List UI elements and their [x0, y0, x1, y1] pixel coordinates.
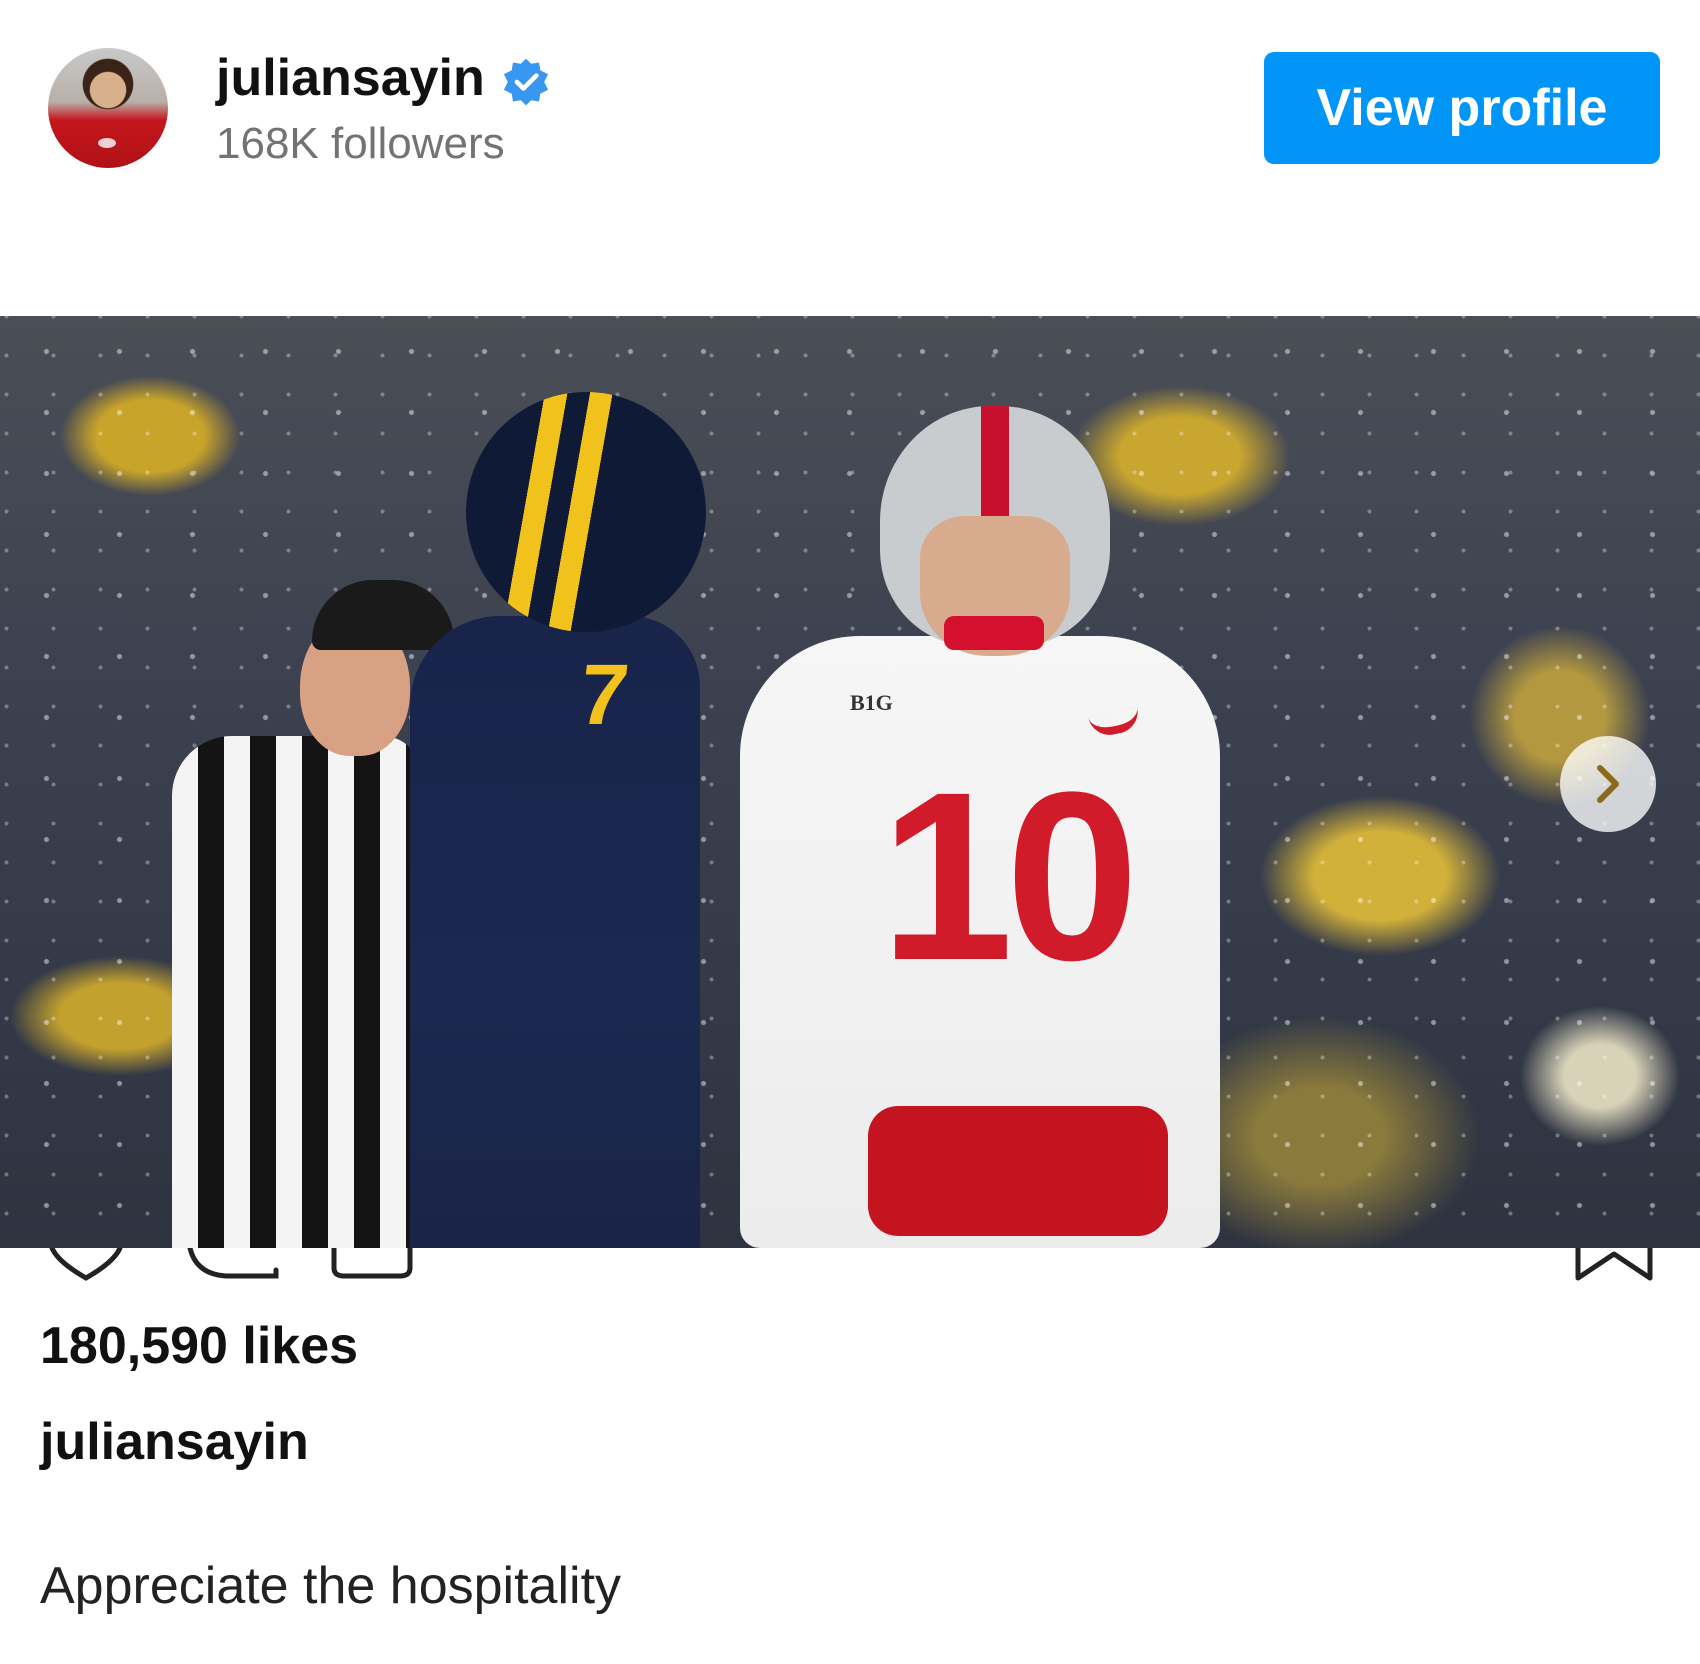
michigan-player [410, 616, 700, 1248]
view-profile-button[interactable]: View profile [1264, 52, 1660, 164]
post-actions [0, 1248, 1700, 1282]
profile-avatar[interactable] [48, 48, 168, 168]
carousel-next-button[interactable] [1560, 736, 1656, 832]
verified-badge-icon [503, 58, 549, 106]
comment-icon[interactable] [186, 1248, 282, 1282]
michigan-helmet [466, 392, 706, 632]
post-image[interactable]: 7 B1G 10 [0, 316, 1700, 1248]
avatar-shirt-logo [98, 138, 116, 148]
post-header: juliansayin 168K followers View profile [0, 0, 1700, 220]
profile-username[interactable]: juliansayin [216, 48, 485, 108]
ohio-state-jersey-number: 10 [880, 742, 1139, 1010]
caption-username[interactable]: juliansayin [40, 1412, 309, 1472]
bookmark-icon[interactable] [1574, 1248, 1654, 1282]
caption-text: Appreciate the hospitality [40, 1557, 622, 1615]
follower-count: 168K followers [216, 119, 505, 168]
chevron-right-icon [1597, 765, 1619, 803]
like-count[interactable]: 180,590 likes [40, 1316, 358, 1376]
heart-icon[interactable] [48, 1248, 124, 1282]
conference-logo: B1G [850, 690, 893, 715]
ohio-state-mouthguard [944, 616, 1044, 650]
share-icon[interactable] [330, 1248, 416, 1282]
ohio-state-hand-warmer [868, 1106, 1168, 1236]
referee-figure [172, 736, 422, 1248]
